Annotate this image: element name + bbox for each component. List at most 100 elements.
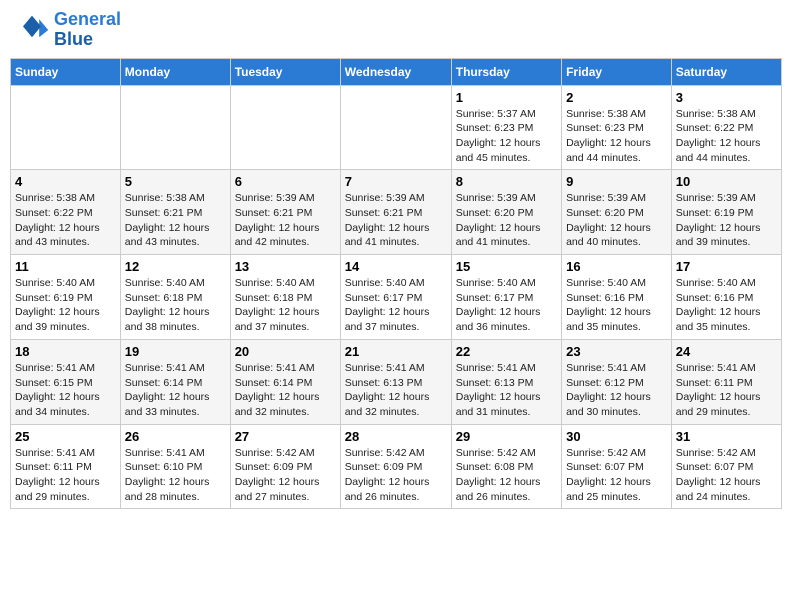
calendar-cell: 5 Sunrise: 5:38 AMSunset: 6:21 PMDaylight… [120,170,230,255]
day-info: Sunrise: 5:40 AMSunset: 6:17 PMDaylight:… [345,276,447,335]
calendar-cell: 22 Sunrise: 5:41 AMSunset: 6:13 PMDayligh… [451,339,561,424]
calendar-cell: 20 Sunrise: 5:41 AMSunset: 6:14 PMDayligh… [230,339,340,424]
weekday-header-friday: Friday [562,58,672,85]
day-number: 25 [15,429,116,444]
weekday-header-saturday: Saturday [671,58,781,85]
day-number: 15 [456,259,557,274]
day-info: Sunrise: 5:41 AMSunset: 6:10 PMDaylight:… [125,446,226,505]
calendar-cell: 14 Sunrise: 5:40 AMSunset: 6:17 PMDayligh… [340,255,451,340]
day-number: 16 [566,259,667,274]
calendar-cell: 4 Sunrise: 5:38 AMSunset: 6:22 PMDaylight… [11,170,121,255]
calendar-cell: 30 Sunrise: 5:42 AMSunset: 6:07 PMDayligh… [562,424,672,509]
day-info: Sunrise: 5:39 AMSunset: 6:21 PMDaylight:… [345,191,447,250]
day-number: 9 [566,174,667,189]
day-info: Sunrise: 5:37 AMSunset: 6:23 PMDaylight:… [456,107,557,166]
calendar-cell: 1 Sunrise: 5:37 AMSunset: 6:23 PMDaylight… [451,85,561,170]
day-info: Sunrise: 5:42 AMSunset: 6:09 PMDaylight:… [235,446,336,505]
day-number: 8 [456,174,557,189]
day-number: 20 [235,344,336,359]
day-info: Sunrise: 5:38 AMSunset: 6:21 PMDaylight:… [125,191,226,250]
calendar-cell: 7 Sunrise: 5:39 AMSunset: 6:21 PMDaylight… [340,170,451,255]
calendar-cell: 18 Sunrise: 5:41 AMSunset: 6:15 PMDayligh… [11,339,121,424]
day-number: 13 [235,259,336,274]
calendar-cell: 13 Sunrise: 5:40 AMSunset: 6:18 PMDayligh… [230,255,340,340]
calendar-cell: 21 Sunrise: 5:41 AMSunset: 6:13 PMDayligh… [340,339,451,424]
calendar-cell: 6 Sunrise: 5:39 AMSunset: 6:21 PMDaylight… [230,170,340,255]
day-info: Sunrise: 5:39 AMSunset: 6:21 PMDaylight:… [235,191,336,250]
calendar-cell: 19 Sunrise: 5:41 AMSunset: 6:14 PMDayligh… [120,339,230,424]
day-info: Sunrise: 5:41 AMSunset: 6:12 PMDaylight:… [566,361,667,420]
day-info: Sunrise: 5:39 AMSunset: 6:20 PMDaylight:… [456,191,557,250]
day-info: Sunrise: 5:41 AMSunset: 6:15 PMDaylight:… [15,361,116,420]
day-number: 27 [235,429,336,444]
calendar-cell: 17 Sunrise: 5:40 AMSunset: 6:16 PMDayligh… [671,255,781,340]
day-number: 26 [125,429,226,444]
day-number: 29 [456,429,557,444]
day-number: 21 [345,344,447,359]
logo-text: General Blue [54,10,121,50]
calendar-cell: 26 Sunrise: 5:41 AMSunset: 6:10 PMDayligh… [120,424,230,509]
page-header: General Blue [10,10,782,50]
weekday-header-monday: Monday [120,58,230,85]
calendar-cell: 23 Sunrise: 5:41 AMSunset: 6:12 PMDayligh… [562,339,672,424]
day-number: 19 [125,344,226,359]
day-info: Sunrise: 5:41 AMSunset: 6:13 PMDaylight:… [456,361,557,420]
calendar-cell: 9 Sunrise: 5:39 AMSunset: 6:20 PMDaylight… [562,170,672,255]
calendar-cell [120,85,230,170]
day-number: 7 [345,174,447,189]
calendar-cell: 16 Sunrise: 5:40 AMSunset: 6:16 PMDayligh… [562,255,672,340]
day-number: 22 [456,344,557,359]
day-info: Sunrise: 5:39 AMSunset: 6:20 PMDaylight:… [566,191,667,250]
calendar-cell: 8 Sunrise: 5:39 AMSunset: 6:20 PMDaylight… [451,170,561,255]
day-number: 11 [15,259,116,274]
calendar-cell: 10Sunrise: 5:39 AMSunset: 6:19 PMDayligh… [671,170,781,255]
day-info: Sunrise: 5:40 AMSunset: 6:17 PMDaylight:… [456,276,557,335]
logo-icon [14,12,50,48]
day-info: Sunrise: 5:41 AMSunset: 6:14 PMDaylight:… [125,361,226,420]
day-info: Sunrise: 5:40 AMSunset: 6:16 PMDaylight:… [566,276,667,335]
day-number: 31 [676,429,777,444]
calendar-cell: 24Sunrise: 5:41 AMSunset: 6:11 PMDayligh… [671,339,781,424]
calendar-cell: 31 Sunrise: 5:42 AMSunset: 6:07 PMDayligh… [671,424,781,509]
day-info: Sunrise: 5:42 AMSunset: 6:08 PMDaylight:… [456,446,557,505]
calendar-cell: 27 Sunrise: 5:42 AMSunset: 6:09 PMDayligh… [230,424,340,509]
day-info: Sunrise: 5:40 AMSunset: 6:19 PMDaylight:… [15,276,116,335]
calendar-cell: 11 Sunrise: 5:40 AMSunset: 6:19 PMDayligh… [11,255,121,340]
logo: General Blue [14,10,121,50]
day-number: 10 [676,174,777,189]
calendar-cell: 25 Sunrise: 5:41 AMSunset: 6:11 PMDayligh… [11,424,121,509]
day-number: 23 [566,344,667,359]
day-number: 14 [345,259,447,274]
weekday-header-sunday: Sunday [11,58,121,85]
weekday-header-wednesday: Wednesday [340,58,451,85]
day-info: Sunrise: 5:38 AMSunset: 6:22 PMDaylight:… [15,191,116,250]
weekday-header-thursday: Thursday [451,58,561,85]
calendar-table: SundayMondayTuesdayWednesdayThursdayFrid… [10,58,782,510]
calendar-cell [340,85,451,170]
day-number: 2 [566,90,667,105]
day-number: 12 [125,259,226,274]
calendar-cell [11,85,121,170]
day-info: Sunrise: 5:40 AMSunset: 6:18 PMDaylight:… [235,276,336,335]
calendar-cell: 2Sunrise: 5:38 AMSunset: 6:23 PMDaylight… [562,85,672,170]
day-info: Sunrise: 5:42 AMSunset: 6:07 PMDaylight:… [676,446,777,505]
day-info: Sunrise: 5:41 AMSunset: 6:11 PMDaylight:… [15,446,116,505]
day-info: Sunrise: 5:40 AMSunset: 6:18 PMDaylight:… [125,276,226,335]
day-info: Sunrise: 5:40 AMSunset: 6:16 PMDaylight:… [676,276,777,335]
day-number: 30 [566,429,667,444]
day-info: Sunrise: 5:42 AMSunset: 6:09 PMDaylight:… [345,446,447,505]
day-number: 6 [235,174,336,189]
day-number: 5 [125,174,226,189]
day-number: 1 [456,90,557,105]
calendar-cell: 15 Sunrise: 5:40 AMSunset: 6:17 PMDayligh… [451,255,561,340]
day-number: 28 [345,429,447,444]
weekday-header-tuesday: Tuesday [230,58,340,85]
day-info: Sunrise: 5:42 AMSunset: 6:07 PMDaylight:… [566,446,667,505]
day-number: 4 [15,174,116,189]
day-info: Sunrise: 5:41 AMSunset: 6:14 PMDaylight:… [235,361,336,420]
day-info: Sunrise: 5:38 AMSunset: 6:22 PMDaylight:… [676,107,777,166]
day-number: 18 [15,344,116,359]
day-number: 17 [676,259,777,274]
day-info: Sunrise: 5:41 AMSunset: 6:11 PMDaylight:… [676,361,777,420]
day-info: Sunrise: 5:41 AMSunset: 6:13 PMDaylight:… [345,361,447,420]
